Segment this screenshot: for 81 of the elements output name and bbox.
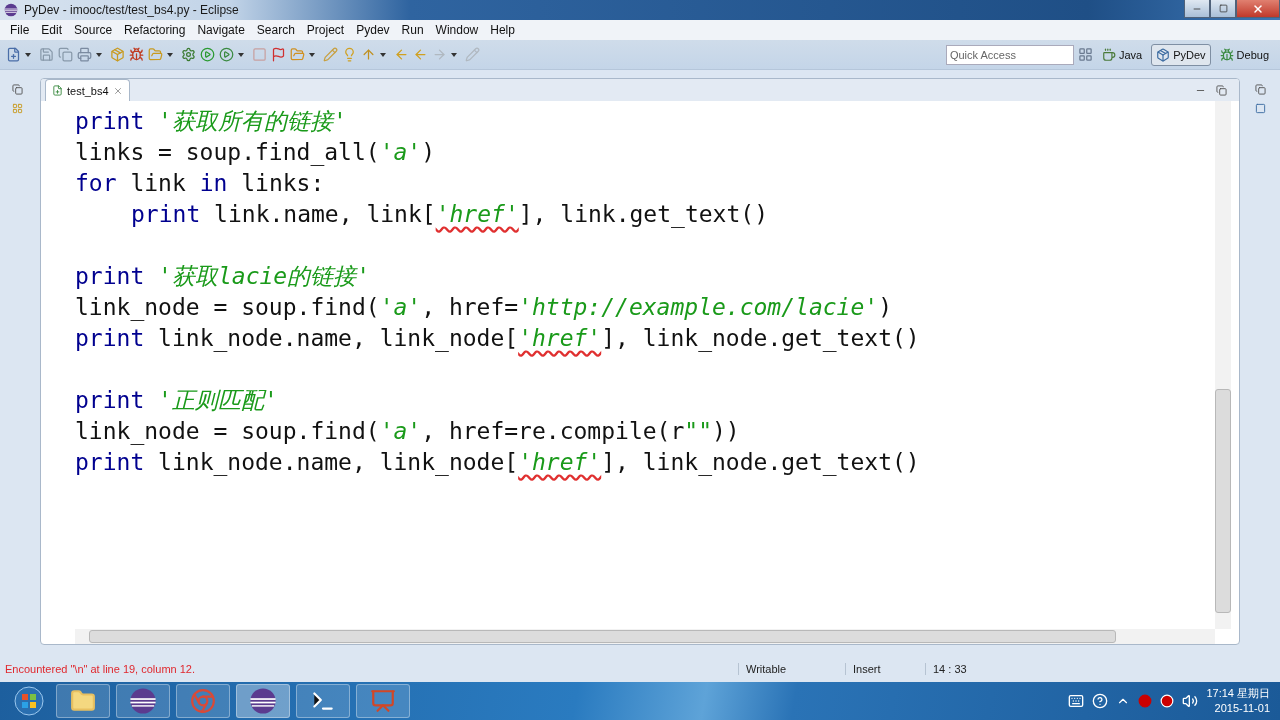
caret-icon[interactable] xyxy=(96,52,102,57)
keyboard-icon[interactable] xyxy=(1068,693,1085,709)
code-line: link_node = soup.find('a', href='http://example.com/lacie') xyxy=(75,294,892,320)
menu-item[interactable]: Source xyxy=(68,23,119,37)
back-icon[interactable] xyxy=(394,47,409,62)
menu-item[interactable]: Project xyxy=(300,23,351,37)
menu-item[interactable]: Refactoring xyxy=(118,23,192,37)
caret-icon[interactable] xyxy=(238,52,244,57)
status-message: Encountered "\n" at line 19, column 12. xyxy=(4,662,197,675)
copy-icon[interactable] xyxy=(58,47,73,62)
cube-icon xyxy=(1156,47,1171,62)
status-field: 14 : 33 xyxy=(925,662,1020,675)
save-icon[interactable] xyxy=(39,47,54,62)
restore-icon[interactable] xyxy=(12,84,23,95)
caret-icon[interactable] xyxy=(451,52,457,57)
volume-icon[interactable] xyxy=(1182,693,1199,709)
close-icon[interactable] xyxy=(112,85,123,96)
menu-item[interactable]: Search xyxy=(250,23,301,37)
close-icon xyxy=(1252,2,1264,15)
window-title: PyDev - imooc/test/test_bs4.py - Eclipse xyxy=(24,3,240,17)
coffee-cup-icon xyxy=(1101,47,1116,62)
code-line: links = soup.find_all('a') xyxy=(75,139,436,165)
menu-item[interactable]: Navigate xyxy=(191,23,251,37)
code-line: print '获取lacie的链接' xyxy=(75,263,371,289)
close-button[interactable] xyxy=(1236,0,1280,18)
caret-icon[interactable] xyxy=(309,52,315,57)
gear-icon[interactable] xyxy=(181,47,196,62)
maximize-icon xyxy=(1218,4,1228,13)
package-icon[interactable] xyxy=(110,47,125,62)
menu-item[interactable]: Run xyxy=(395,23,430,37)
caret-icon[interactable] xyxy=(380,52,386,57)
caret-icon[interactable] xyxy=(167,52,173,57)
taskbar-button[interactable] xyxy=(296,684,350,718)
open-perspective-icon[interactable] xyxy=(1077,47,1093,62)
maximize-button[interactable] xyxy=(1210,0,1236,18)
new-file-icon[interactable] xyxy=(6,47,21,62)
menu-item[interactable]: Help xyxy=(484,23,521,37)
run-icon[interactable] xyxy=(200,47,215,62)
perspective-button[interactable]: Debug xyxy=(1214,43,1274,66)
menu-item[interactable]: File xyxy=(4,23,36,37)
maximize-icon[interactable] xyxy=(1216,84,1227,96)
code-line: for link in links: xyxy=(75,170,325,196)
folder-icon xyxy=(70,688,96,714)
minimize-button[interactable] xyxy=(1184,0,1210,18)
menu-item[interactable]: Window xyxy=(429,23,485,37)
quick-access-field[interactable]: Quick Access xyxy=(945,44,1074,65)
code-line: print link_node.name, link_node['href'], link_node.get_text() xyxy=(75,325,920,351)
help-icon[interactable] xyxy=(1092,693,1109,709)
menu-item[interactable]: Pydev xyxy=(350,23,396,37)
file-icon xyxy=(52,85,63,96)
eclipse-icon xyxy=(129,687,157,715)
eclipse-icon xyxy=(249,687,277,715)
flag-icon[interactable] xyxy=(271,47,286,62)
code-line: print '正则匹配' xyxy=(75,387,278,413)
bug-icon[interactable] xyxy=(129,47,144,62)
code-line: print '获取所有的链接' xyxy=(75,108,347,134)
eclipse-icon xyxy=(4,3,18,17)
bug-icon xyxy=(1219,47,1234,62)
status-field: Insert xyxy=(845,662,925,675)
vertical-scrollbar[interactable] xyxy=(1215,101,1231,629)
tab-label: test_bs4 xyxy=(67,84,109,97)
editor-tab[interactable]: test_bs4 xyxy=(45,79,130,101)
taskbar-button[interactable] xyxy=(116,684,170,718)
code-line: print link_node.name, link_node['href'], link_node.get_text() xyxy=(75,449,920,475)
back-icon[interactable] xyxy=(413,47,428,62)
perspective-button[interactable]: Java xyxy=(1096,43,1148,66)
browser-icon xyxy=(190,688,216,714)
caret-icon[interactable] xyxy=(25,52,31,57)
pencil-icon[interactable] xyxy=(323,47,338,62)
horizontal-scrollbar[interactable] xyxy=(75,629,1215,644)
status-field: Writable xyxy=(738,662,845,675)
code-line: link_node = soup.find('a', href=re.compile(r"")) xyxy=(75,418,740,444)
lightbulb-icon[interactable] xyxy=(342,47,357,62)
restore-icon[interactable] xyxy=(1254,84,1266,95)
taskbar-button[interactable] xyxy=(56,684,110,718)
clock[interactable]: 17:14 星期日 2015-11-01 xyxy=(1206,686,1270,716)
presentation-icon xyxy=(370,688,396,714)
menu-item[interactable]: Edit xyxy=(35,23,69,37)
taskbar-button[interactable] xyxy=(236,684,290,718)
code-line: print link.name, link['href'], link.get_text() xyxy=(131,201,768,227)
perspective-button[interactable]: PyDev xyxy=(1151,43,1211,66)
